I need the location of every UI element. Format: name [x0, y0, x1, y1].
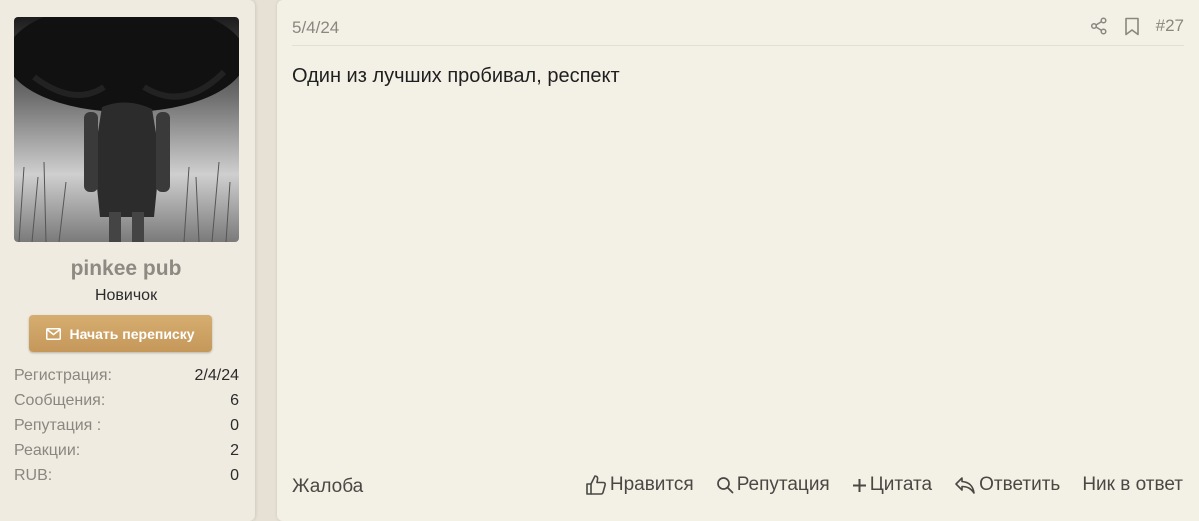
user-card: pinkee pub Новичок Начать переписку Реги… — [0, 0, 255, 521]
bookmark-icon[interactable] — [1124, 17, 1140, 36]
stat-label: Сообщения: — [14, 392, 106, 409]
post-header: 5/4/24 #27 — [292, 10, 1184, 46]
stat-rub: RUB: 0 — [14, 466, 239, 491]
quote-label: Цитата — [869, 474, 933, 495]
reply-label: Ответить — [979, 474, 1061, 495]
post-footer: Жалоба Нравится Репутация Цитата Ответит… — [292, 474, 1183, 500]
stat-messages: Сообщения: 6 — [14, 391, 239, 416]
plus-icon — [852, 478, 867, 493]
reputation-label: Репутация — [736, 474, 830, 495]
stat-label: Реакции: — [14, 442, 81, 459]
start-conversation-button[interactable]: Начать переписку — [29, 315, 212, 352]
stat-value: 2 — [230, 442, 239, 459]
stat-registration: Регистрация: 2/4/24 — [14, 366, 239, 391]
stat-label: Репутация : — [14, 417, 102, 434]
start-conversation-label: Начать переписку — [69, 325, 195, 342]
quote-button[interactable]: Цитата — [852, 474, 932, 496]
envelope-icon — [46, 327, 62, 340]
post-body: Один из лучших пробивал, респект — [292, 65, 620, 87]
user-title: Новичок — [94, 287, 158, 304]
avatar[interactable] — [14, 17, 239, 242]
post-actions: Нравится Репутация Цитата Ответить Ник в… — [585, 474, 1183, 496]
avatar-image — [14, 17, 239, 242]
search-icon — [716, 476, 734, 494]
post-header-actions: #27 — [1090, 16, 1184, 36]
nick-reply-button[interactable]: Ник в ответ — [1082, 474, 1183, 496]
username[interactable]: pinkee pub — [0, 257, 252, 281]
stat-value: 0 — [230, 417, 239, 434]
reputation-button[interactable]: Репутация — [716, 474, 830, 496]
post: 5/4/24 #27 Один из лучших пробивал, респ… — [277, 0, 1199, 521]
stat-label: RUB: — [14, 467, 53, 484]
nick-reply-label: Ник в ответ — [1082, 474, 1183, 495]
like-button[interactable]: Нравится — [585, 474, 694, 496]
reply-button[interactable]: Ответить — [954, 474, 1060, 496]
report-link[interactable]: Жалоба — [292, 476, 363, 498]
post-date[interactable]: 5/4/24 — [292, 18, 339, 38]
stat-label: Регистрация: — [14, 367, 112, 384]
stat-value: 0 — [230, 467, 239, 484]
reply-icon — [954, 475, 976, 495]
post-number[interactable]: #27 — [1156, 16, 1184, 36]
stat-value: 2/4/24 — [194, 367, 239, 384]
share-icon[interactable] — [1090, 17, 1108, 35]
like-label: Нравится — [609, 474, 694, 495]
stat-reputation: Репутация : 0 — [14, 416, 239, 441]
thumbs-up-icon — [585, 474, 607, 496]
stat-reactions: Реакции: 2 — [14, 441, 239, 466]
stat-value: 6 — [230, 392, 239, 409]
user-stats: Регистрация: 2/4/24 Сообщения: 6 Репутац… — [14, 366, 239, 491]
